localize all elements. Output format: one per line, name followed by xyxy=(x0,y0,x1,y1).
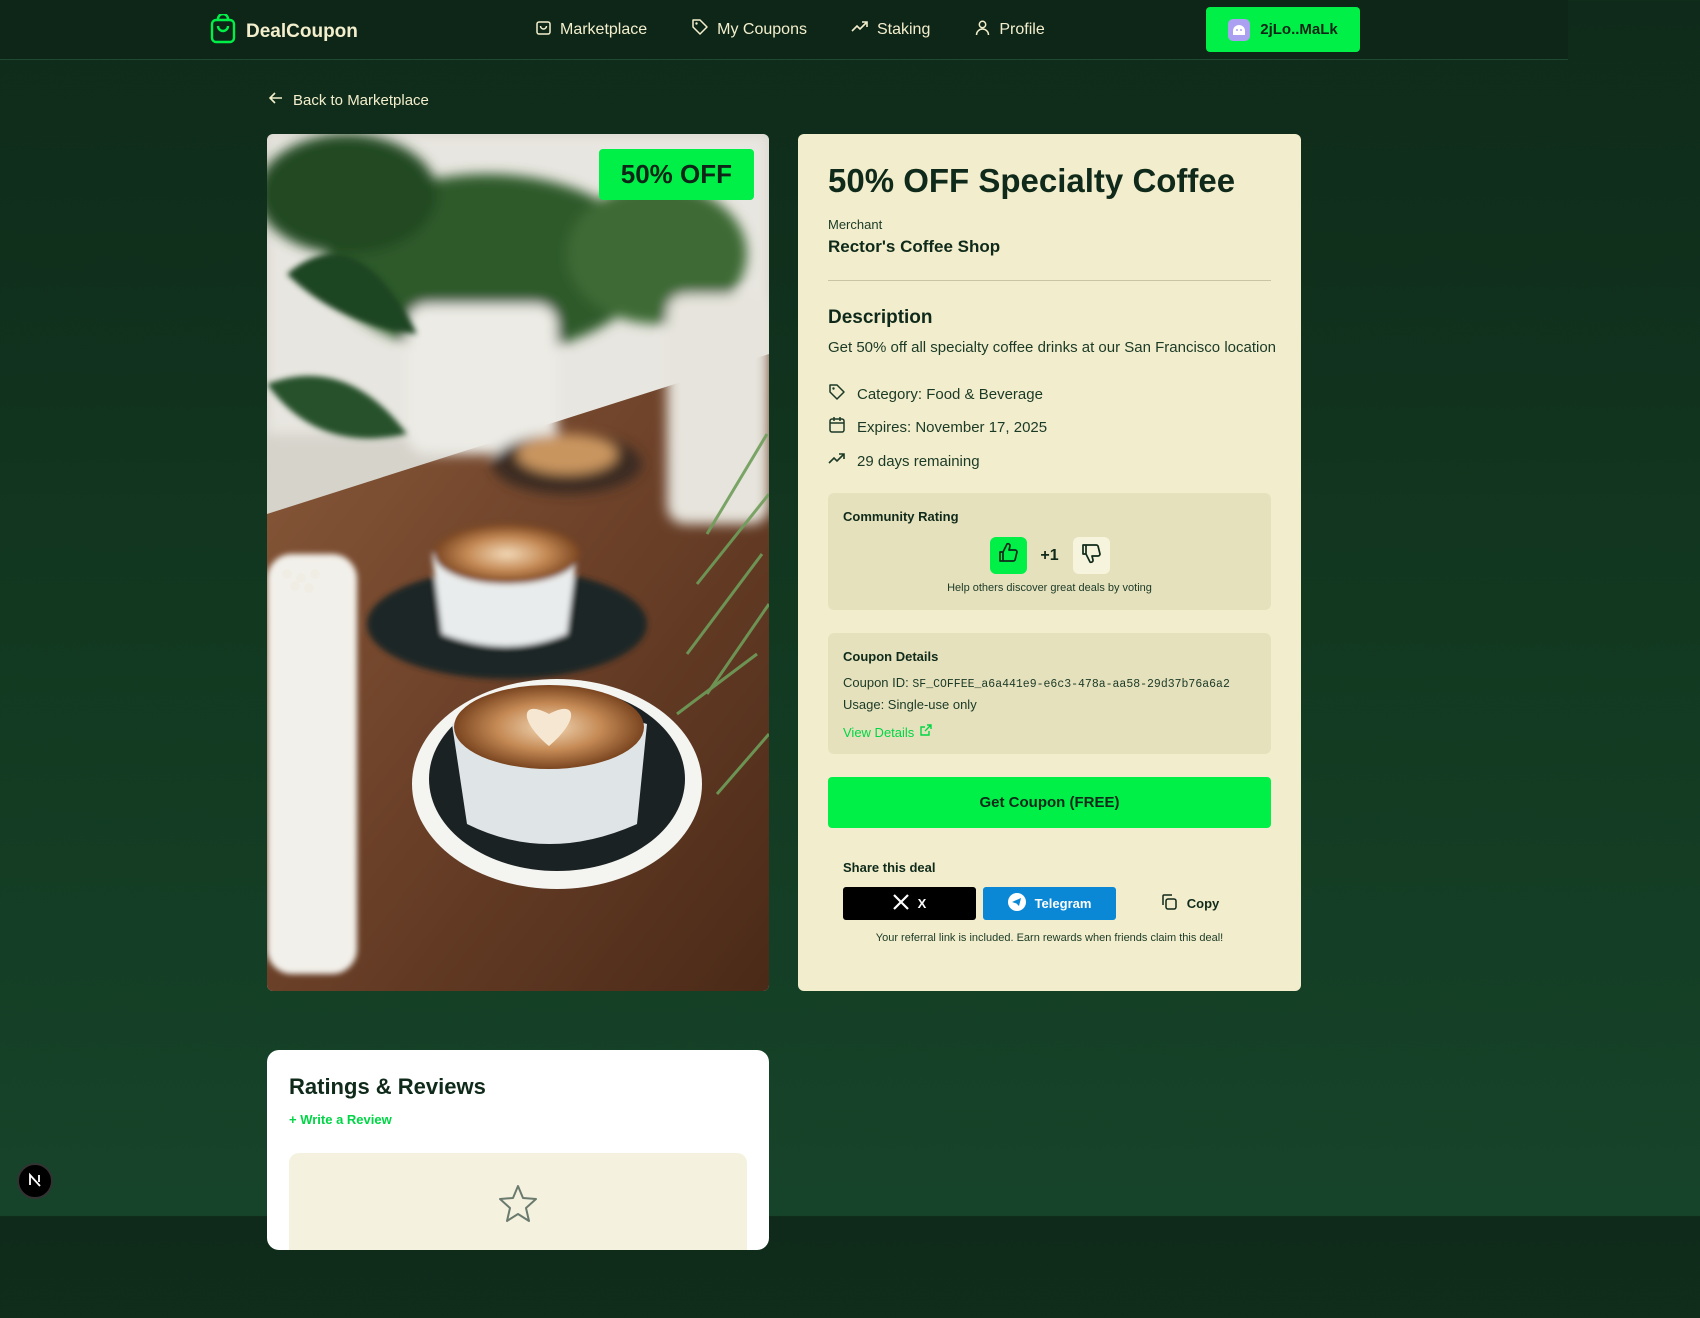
view-details-label: View Details xyxy=(843,724,915,740)
thumbs-up-icon xyxy=(997,542,1019,569)
upvote-button[interactable] xyxy=(989,537,1027,574)
share-heading: Share this deal xyxy=(843,860,936,875)
share-telegram-button[interactable]: Telegram xyxy=(983,887,1116,920)
back-to-marketplace-link[interactable]: Back to Marketplace xyxy=(268,90,429,110)
thumbs-down-icon xyxy=(1080,542,1102,569)
copy-label: Copy xyxy=(1186,896,1220,911)
deal-detail-card: 50% OFF Specialty Coffee Merchant Rector… xyxy=(798,134,1301,991)
coupon-id-value: SF_COFFEE_a6a441e9-e6c3-478a-aa58-29d37b… xyxy=(912,678,1230,691)
arrow-left-icon xyxy=(268,90,284,110)
vote-help-text: Help others discover great deals by voti… xyxy=(947,582,1152,594)
category-row: Category: Food & Beverage xyxy=(828,383,1043,405)
merchant-label: Merchant xyxy=(828,217,883,232)
calendar-icon xyxy=(828,416,846,438)
coupon-details-heading: Coupon Details xyxy=(843,649,939,664)
usage-text: Usage: Single-use only xyxy=(843,697,977,712)
view-details-link[interactable]: View Details xyxy=(843,724,932,740)
bag-icon xyxy=(535,19,552,41)
merchant-name: Rector's Coffee Shop xyxy=(828,237,1001,256)
share-x-label: X xyxy=(917,896,927,911)
remaining-text: 29 days remaining xyxy=(857,452,980,470)
wallet-button[interactable]: 2jLo..MaLk xyxy=(1206,7,1360,52)
coupon-id-row: Coupon ID: SF_COFFEE_a6a441e9-e6c3-478a-… xyxy=(843,675,1230,691)
tag-icon xyxy=(828,383,846,405)
coupon-details-box: Coupon Details Coupon ID: SF_COFFEE_a6a4… xyxy=(828,633,1271,754)
top-nav: DealCoupon Marketplace My Coupons Stakin… xyxy=(0,0,1568,60)
vote-controls: +1 xyxy=(828,537,1271,574)
copy-link-button[interactable]: Copy xyxy=(1123,887,1256,920)
remaining-row: 29 days remaining xyxy=(828,450,980,472)
coffee-photo xyxy=(267,134,769,991)
share-x-button[interactable]: X xyxy=(843,887,976,920)
nav-my-coupons-label: My Coupons xyxy=(717,20,807,38)
copy-icon xyxy=(1160,893,1178,914)
reviews-section: Ratings & Reviews + Write a Review xyxy=(267,1050,769,1250)
nav-profile[interactable]: Profile xyxy=(974,18,1045,41)
deal-image: 50% OFF xyxy=(267,134,769,991)
star-icon xyxy=(497,1183,539,1230)
shopping-bag-icon xyxy=(210,12,236,49)
wallet-address: 2jLo..MaLk xyxy=(1260,21,1338,38)
community-rating-box: Community Rating +1 Help others discover… xyxy=(828,493,1271,610)
nav-my-coupons[interactable]: My Coupons xyxy=(691,18,807,41)
vote-score: +1 xyxy=(1040,546,1059,564)
brand-logo[interactable]: DealCoupon xyxy=(210,12,358,49)
community-rating-heading: Community Rating xyxy=(843,509,959,524)
nav-staking[interactable]: Staking xyxy=(851,18,930,41)
discount-badge: 50% OFF xyxy=(598,149,754,200)
nav-profile-label: Profile xyxy=(999,20,1045,38)
write-review-link[interactable]: + Write a Review xyxy=(289,1112,392,1127)
nav-links: Marketplace My Coupons Staking Profile xyxy=(535,18,1045,41)
nav-marketplace-label: Marketplace xyxy=(560,20,648,38)
trending-up-icon xyxy=(851,18,869,41)
nav-marketplace[interactable]: Marketplace xyxy=(535,18,647,41)
external-link-icon xyxy=(919,724,932,740)
category-text: Category: Food & Beverage xyxy=(857,385,1043,403)
expires-row: Expires: November 17, 2025 xyxy=(828,416,1047,438)
reviews-heading: Ratings & Reviews xyxy=(289,1074,486,1099)
share-telegram-label: Telegram xyxy=(1034,896,1092,911)
referral-note: Your referral link is included. Earn rew… xyxy=(875,932,1224,944)
user-icon xyxy=(974,19,991,41)
trending-up-icon xyxy=(828,450,846,472)
deal-title: 50% OFF Specialty Coffee xyxy=(828,162,1236,199)
description-heading: Description xyxy=(828,307,933,328)
expires-text: Expires: November 17, 2025 xyxy=(857,418,1048,436)
phantom-wallet-icon xyxy=(1228,18,1251,41)
tag-icon xyxy=(691,18,709,41)
coupon-id-label: Coupon ID: xyxy=(843,675,909,690)
nextjs-logo-icon xyxy=(27,1172,43,1191)
divider xyxy=(828,280,1271,281)
nav-staking-label: Staking xyxy=(876,20,931,38)
back-label: Back to Marketplace xyxy=(293,91,429,109)
get-coupon-button[interactable]: Get Coupon (FREE) xyxy=(828,777,1271,828)
reviews-empty-state xyxy=(289,1153,747,1250)
telegram-icon xyxy=(1007,893,1026,914)
description-text: Get 50% off all specialty coffee drinks … xyxy=(828,339,1277,356)
downvote-button[interactable] xyxy=(1072,537,1110,574)
x-logo-icon xyxy=(892,894,909,913)
nextjs-dev-badge[interactable] xyxy=(17,1163,53,1199)
brand-name: DealCoupon xyxy=(246,20,358,42)
